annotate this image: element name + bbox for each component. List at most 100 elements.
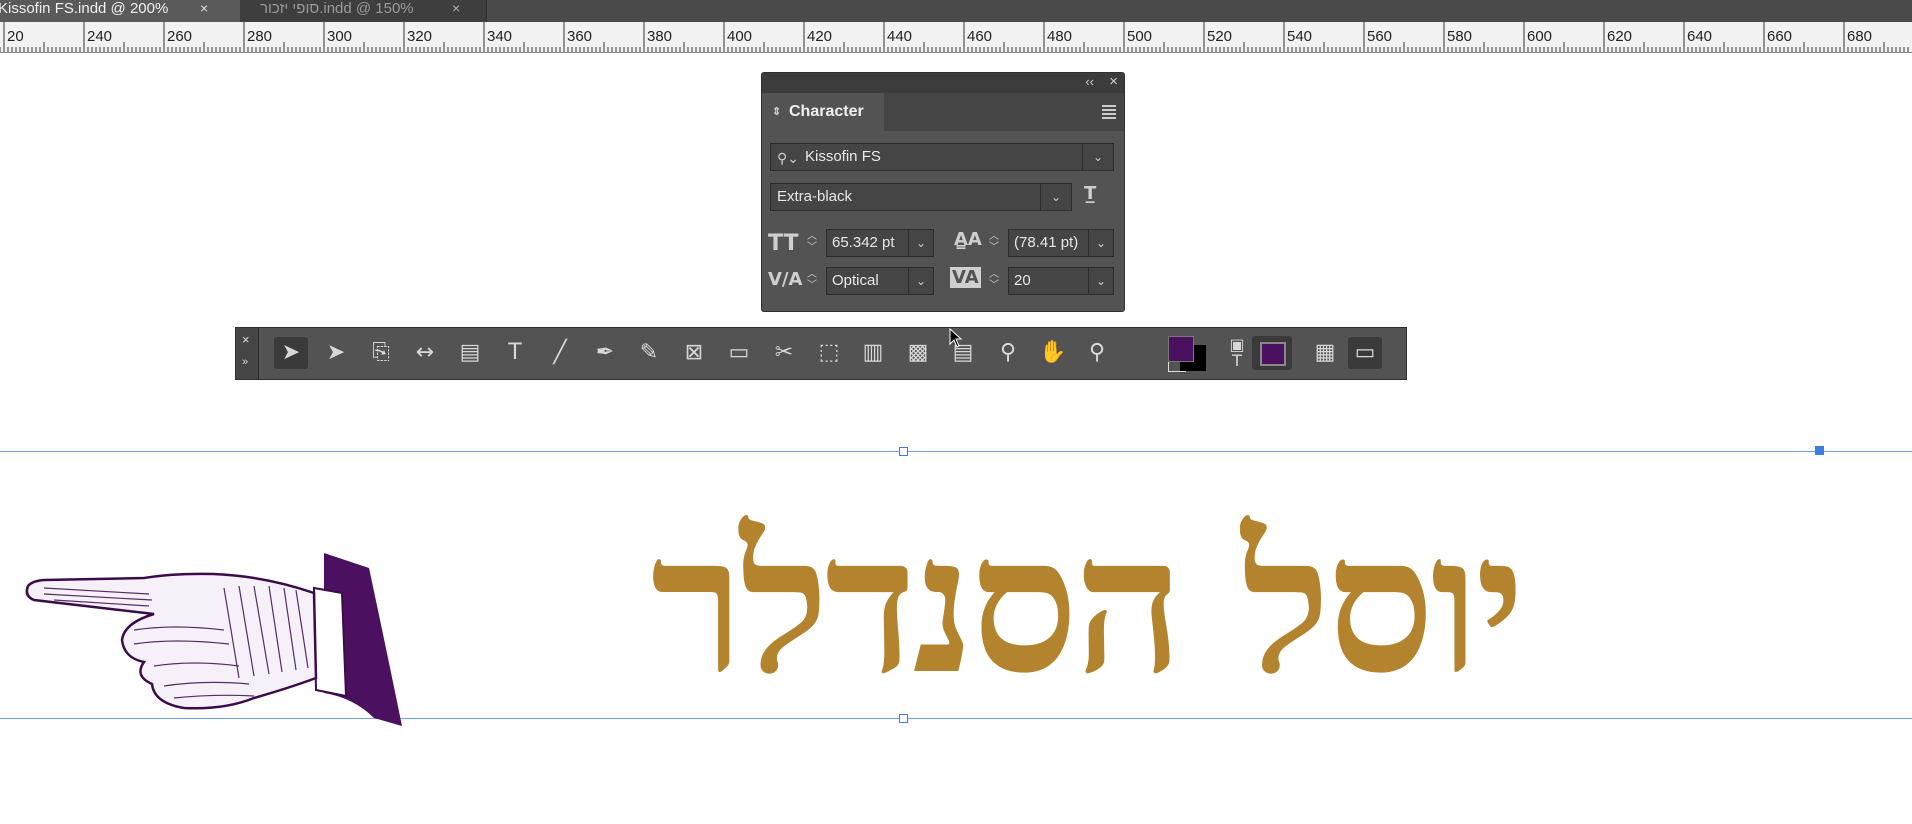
panel-titlebar[interactable]: ‹‹ × — [762, 73, 1124, 93]
collapse-icon[interactable]: ‹‹ — [1085, 74, 1094, 89]
panel-menu-icon[interactable] — [1102, 103, 1116, 121]
page-tool-icon[interactable]: ⎘ — [364, 337, 398, 369]
frame-handle-top[interactable] — [899, 447, 908, 456]
character-panel[interactable]: ‹‹ × ⇕ Character ⚲⌄ Kissofin FS ⌄ Extra-… — [761, 72, 1125, 312]
ruler-label: 460 — [967, 28, 993, 45]
scissors-tool-icon[interactable]: ✂ — [767, 337, 801, 369]
tools-panel-grip[interactable]: × » — [236, 328, 259, 379]
font-family-value: Kissofin FS — [805, 148, 881, 165]
leading-value: (78.41 pt) — [1014, 234, 1079, 251]
chevron-down-icon[interactable]: ⌄ — [1040, 184, 1071, 210]
gradient-swatch-tool-icon[interactable]: ▥ — [856, 337, 890, 369]
font-size-icon: TT — [768, 231, 799, 256]
close-icon[interactable]: × — [200, 0, 208, 17]
expand-icon[interactable]: » — [242, 356, 248, 368]
mouse-cursor-icon — [949, 328, 963, 348]
font-style-field[interactable]: Extra-black ⌄ — [770, 183, 1072, 211]
headline-text[interactable]: יוסל הסנדלר — [406, 480, 1766, 730]
normal-mode-icon[interactable]: ▦ — [1308, 337, 1342, 369]
kerning-stepper[interactable]: ︿ ﹀ — [802, 269, 822, 291]
type-tool-icon[interactable]: T — [498, 337, 532, 369]
pointing-hand-image[interactable] — [24, 548, 404, 728]
ruler-label: 320 — [407, 28, 433, 45]
document-tab-bar: Kissofin FS.indd @ 200% × סופי יזכור.ind… — [0, 0, 1912, 22]
ruler-label: 420 — [807, 28, 833, 45]
horizontal-ruler[interactable]: 20 240 260 280 300 320 340 360 380 400 420 440 460 48… — [0, 22, 1912, 53]
tab-title: סופי יזכור.indd @ 150% — [260, 0, 414, 17]
tab-sofei-yizkor[interactable]: סופי יזכור.indd @ 150% × — [240, 0, 487, 22]
leading-stepper[interactable]: ︿ ﹀ — [984, 231, 1004, 253]
tools-panel[interactable]: × » ➤ ➤ ⎘ ↔ ▤ T ╱ ✒ ✎ ⊠ ▭ ✂ ⬚ ▥ ▩ ▤ ⚲ ✋ ⚲ ▣ T ▦ ▭ — [235, 327, 1407, 380]
hand-tool-icon[interactable]: ✋ — [1036, 337, 1070, 369]
gradient-feather-tool-icon[interactable]: ▩ — [901, 337, 935, 369]
content-collector-tool-icon[interactable]: ▤ — [453, 337, 487, 369]
ruler-label: 240 — [87, 28, 113, 45]
panel-tabstrip — [884, 93, 1124, 131]
tracking-stepper[interactable]: ︿ ﹀ — [984, 269, 1004, 291]
ruler-label: 20 — [7, 28, 24, 45]
zoom-tool-icon[interactable]: ⚲ — [1080, 337, 1114, 369]
close-icon[interactable]: × — [1109, 73, 1118, 90]
ruler-label: 360 — [567, 28, 593, 45]
font-size-value: 65.342 pt — [832, 234, 895, 251]
frame-handle-anchor[interactable] — [1815, 446, 1824, 455]
ruler-label: 280 — [247, 28, 273, 45]
kerning-field[interactable]: Optical ⌄ — [826, 267, 934, 295]
font-size-field[interactable]: 65.342 pt ⌄ — [826, 229, 934, 257]
kerning-icon: V/A — [768, 269, 803, 290]
panel-title: Character — [789, 103, 864, 120]
ruler-label: 440 — [887, 28, 913, 45]
formatting-affects-container-icon[interactable]: ▣ T — [1220, 337, 1254, 369]
pencil-tool-icon[interactable]: ✎ — [632, 337, 666, 369]
leading-icon: A̳A — [954, 229, 982, 250]
screen-mode-icon[interactable]: ▭ — [1348, 337, 1382, 369]
tab-character[interactable]: ⇕ Character — [762, 93, 884, 131]
chevron-down-icon[interactable]: ⌄ — [1088, 268, 1113, 294]
ruler-label: 300 — [327, 28, 353, 45]
ruler-label: 640 — [1687, 28, 1713, 45]
ruler-label: 620 — [1607, 28, 1633, 45]
close-icon[interactable]: × — [242, 332, 250, 347]
tab-reorder-icon: ⇕ — [772, 106, 782, 118]
ruler-label: 660 — [1767, 28, 1793, 45]
tracking-value: 20 — [1014, 272, 1031, 289]
chevron-down-icon[interactable]: ⌄ — [908, 230, 933, 256]
free-transform-tool-icon[interactable]: ⬚ — [812, 337, 846, 369]
font-family-field[interactable]: ⚲⌄ Kissofin FS ⌄ — [770, 143, 1114, 171]
gap-tool-icon[interactable]: ↔ — [408, 337, 442, 369]
chevron-down-icon[interactable]: ⌄ — [1088, 230, 1113, 256]
selection-tool-icon[interactable]: ➤ — [274, 337, 308, 369]
eyedropper-tool-icon[interactable]: ⚲ — [991, 337, 1025, 369]
direct-selection-tool-icon[interactable]: ➤ — [319, 337, 353, 369]
ruler-label: 400 — [727, 28, 753, 45]
apply-color-button[interactable] — [1252, 336, 1292, 370]
chevron-down-icon[interactable]: ⌄ — [1082, 144, 1113, 170]
ruler-label: 340 — [487, 28, 513, 45]
rectangle-frame-tool-icon[interactable]: ⊠ — [677, 337, 711, 369]
fill-swatch[interactable] — [1168, 336, 1194, 362]
kerning-value: Optical — [832, 272, 879, 289]
leading-field[interactable]: (78.41 pt) ⌄ — [1008, 229, 1114, 257]
frame-top-edge — [0, 451, 1912, 452]
tab-kissofin[interactable]: Kissofin FS.indd @ 200% × — [0, 0, 240, 22]
ruler-label: 680 — [1847, 28, 1873, 45]
rectangle-tool-icon[interactable]: ▭ — [722, 337, 756, 369]
ruler-label: 540 — [1287, 28, 1313, 45]
pen-tool-icon[interactable]: ✒ — [588, 337, 622, 369]
search-icon: ⚲⌄ — [777, 150, 799, 166]
ruler-label: 600 — [1527, 28, 1553, 45]
chevron-down-icon[interactable]: ⌄ — [908, 268, 933, 294]
ruler-label: 260 — [167, 28, 193, 45]
ruler-label: 380 — [647, 28, 673, 45]
ruler-label: 480 — [1047, 28, 1073, 45]
ruler-label: 560 — [1367, 28, 1393, 45]
ruler-label: 580 — [1447, 28, 1473, 45]
tracking-field[interactable]: 20 ⌄ — [1008, 267, 1114, 295]
font-style-value: Extra-black — [777, 188, 853, 205]
font-size-stepper[interactable]: ︿ ﹀ — [802, 231, 822, 253]
tracking-icon: VA — [950, 267, 981, 288]
type-options-icon[interactable]: T̲ — [1084, 183, 1096, 204]
line-tool-icon[interactable]: ╱ — [543, 337, 577, 369]
close-icon[interactable]: × — [452, 0, 460, 17]
ruler-label: 500 — [1127, 28, 1153, 45]
